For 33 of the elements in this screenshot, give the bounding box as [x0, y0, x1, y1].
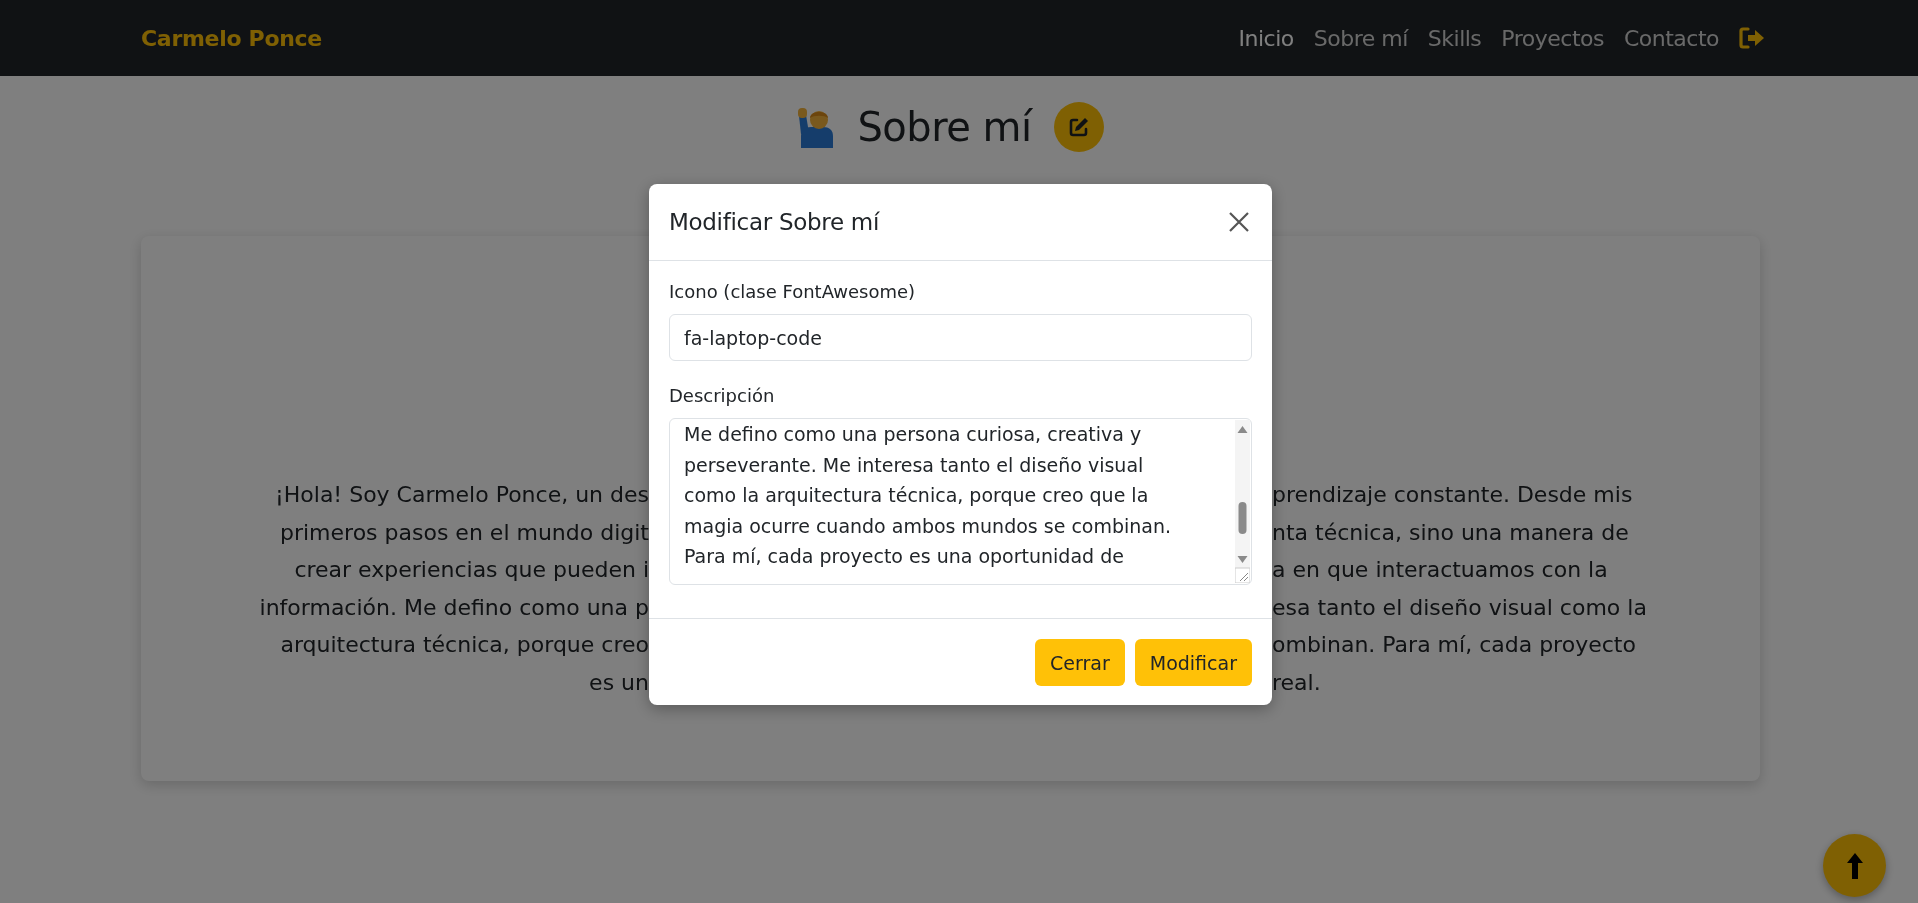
- about-text: primeros pasos en el mundo digit: [280, 518, 649, 547]
- icon-class-field[interactable]: fa-laptop-code: [669, 314, 1252, 361]
- about-text: arquitectura técnica, porque creo: [280, 631, 649, 659]
- dialog-button[interactable]: Modificar: [1134, 639, 1252, 686]
- back-to-top-button[interactable]: [1823, 834, 1886, 897]
- about-text: prendizaje constante. Desde mis: [1272, 481, 1633, 509]
- about-text: esa tanto el diseño visual como la: [1272, 593, 1647, 622]
- edit-icon: [1067, 116, 1090, 138]
- field-label: Icono (clase FontAwesome): [669, 281, 917, 302]
- dialog-title: Modificar Sobre mí: [669, 209, 879, 235]
- description-field[interactable]: Me defino como una persona curiosa, creativa y perseverante. Me interesa tanto el diseño visual como la arquitectura técnica, porque creo que la magia ocurre cuando ambos mundos se combinan. Para mí, cada proyecto es una oportunidad de: [669, 418, 1252, 585]
- about-text: ombinan. Para mí, cada proyecto: [1272, 631, 1636, 659]
- about-text: ¡Hola! Soy Carmelo Ponce, un des: [274, 481, 649, 509]
- nav-link[interactable]: Sobre mí: [1313, 25, 1408, 51]
- scrollbar[interactable]: [1235, 420, 1250, 583]
- about-text: información. Me defino como una p: [259, 593, 649, 622]
- section-title: Sobre mí: [857, 104, 1032, 150]
- arrow-up-icon: [1846, 852, 1863, 879]
- nav-link[interactable]: Proyectos: [1501, 25, 1604, 51]
- field-label: Descripción: [669, 385, 776, 406]
- dialog-button[interactable]: Cerrar: [1035, 639, 1125, 686]
- nav-link[interactable]: Inicio: [1238, 25, 1294, 51]
- nav-link[interactable]: Contacto: [1623, 25, 1719, 51]
- about-text: crear experiencias que pueden i: [294, 556, 649, 584]
- nav-link[interactable]: Skills: [1427, 25, 1482, 51]
- edit-button[interactable]: [1053, 102, 1104, 152]
- close-icon: [1229, 212, 1249, 232]
- brand-logo[interactable]: Carmelo Ponce: [141, 25, 322, 51]
- about-text: nta técnica, sino una manera de: [1272, 518, 1629, 547]
- logout-icon[interactable]: [1739, 27, 1765, 49]
- about-text: es un: [589, 668, 649, 697]
- about-text: a en que interactuamos con la: [1272, 556, 1608, 584]
- about-text: real.: [1272, 668, 1321, 697]
